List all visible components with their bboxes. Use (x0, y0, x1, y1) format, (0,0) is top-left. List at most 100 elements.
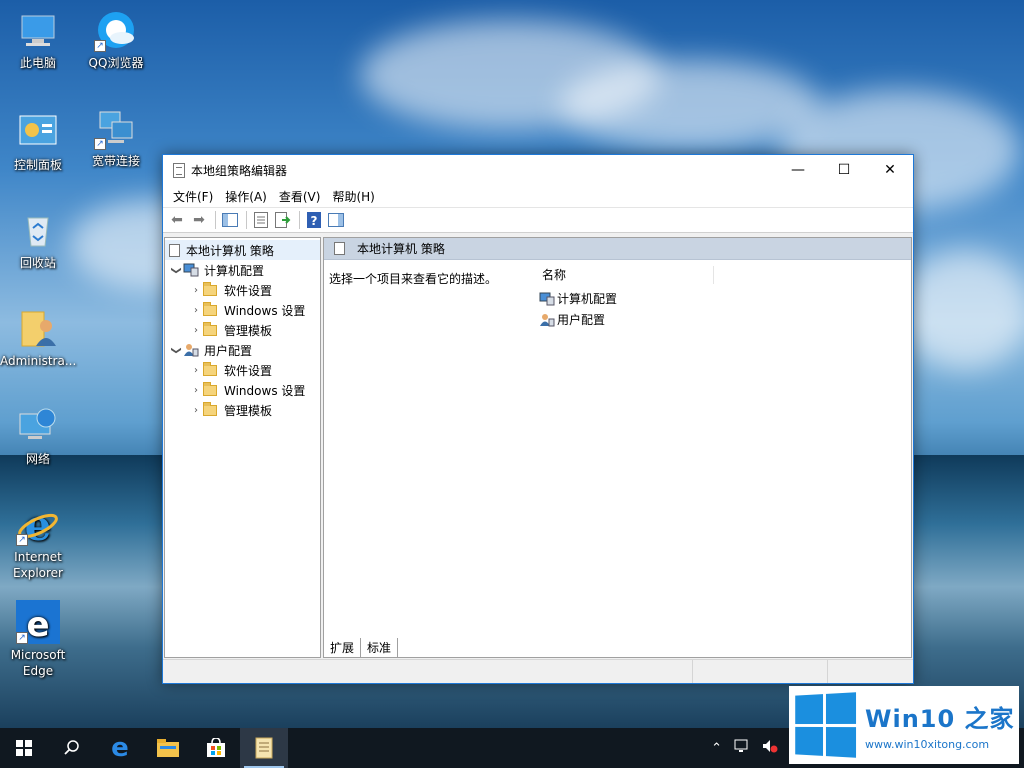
taskbar-gpedit[interactable] (240, 728, 288, 768)
export-list-icon[interactable] (273, 210, 293, 230)
close-button[interactable]: ✕ (867, 155, 913, 185)
shortcut-arrow-icon: ↗ (16, 534, 28, 546)
folder-icon (203, 281, 217, 296)
tab-extended[interactable]: 扩展 (323, 638, 362, 658)
recycle-bin-icon (16, 208, 60, 252)
watermark: Win10 之家 www.win10xitong.com (789, 686, 1019, 764)
folder-icon (203, 361, 217, 376)
details-list: 计算机配置 用户配置 (539, 288, 617, 330)
tree-item-label: 软件设置 (224, 283, 273, 298)
chevron-down-icon[interactable]: ❯ (171, 343, 182, 357)
group-policy-editor-window[interactable]: 本地组策略编辑器 — ☐ ✕ 文件(F) 操作(A) 查看(V) 帮助(H) ⬅… (162, 154, 914, 684)
show-action-pane-icon[interactable] (326, 210, 346, 230)
tree-item-computer-windows-settings[interactable]: › Windows 设置 (165, 300, 320, 320)
desktop-icon-qq-browser[interactable]: ↗ QQ浏览器 (78, 8, 154, 71)
taskbar-edge[interactable]: e (96, 728, 144, 768)
desktop-icon-administrator[interactable]: Administra... (0, 306, 76, 369)
view-tabs: 扩展 标准 (323, 638, 399, 658)
system-tray: ⌃ (705, 728, 784, 768)
chevron-right-icon[interactable]: › (189, 305, 203, 316)
navigation-tree[interactable]: 本地计算机 策略 ❯ 计算机配置 › 软件设置 › Windows 设置 › 管… (164, 237, 321, 658)
desktop-icon-label: Administra... (0, 354, 77, 368)
desktop-icon-label: QQ浏览器 (88, 56, 144, 70)
column-header-name[interactable]: 名称 (539, 266, 714, 284)
tree-item-label: 管理模板 (224, 403, 273, 418)
menu-file[interactable]: 文件(F) (167, 188, 219, 205)
window-controls: — ☐ ✕ (775, 155, 913, 185)
list-item[interactable]: 用户配置 (539, 309, 617, 330)
chevron-right-icon[interactable]: › (189, 365, 203, 376)
tree-item-computer-admin-templates[interactable]: › 管理模板 (165, 320, 320, 340)
window-title: 本地组策略编辑器 (191, 163, 288, 178)
tree-item-computer-software-settings[interactable]: › 软件设置 (165, 280, 320, 300)
tree-item-computer-config[interactable]: ❯ 计算机配置 (165, 260, 320, 280)
cloud (900, 250, 1024, 370)
control-panel-icon (16, 110, 60, 154)
start-button[interactable] (0, 728, 48, 768)
chevron-right-icon[interactable]: › (189, 325, 203, 336)
policy-document-icon (334, 242, 345, 255)
desktop-icon-label: Internet Explorer (13, 550, 63, 580)
show-hide-tree-icon[interactable] (220, 210, 240, 230)
title-bar[interactable]: 本地组策略编辑器 — ☐ ✕ (163, 155, 913, 185)
status-section (828, 660, 913, 683)
tree-root-label: 本地计算机 策略 (186, 243, 274, 258)
shortcut-arrow-icon: ↗ (94, 40, 106, 52)
edge-icon: e (111, 733, 129, 763)
tree-item-label: Windows 设置 (224, 303, 306, 318)
file-explorer-icon (157, 739, 179, 757)
start-icon (16, 740, 32, 756)
desktop-icon-this-pc[interactable]: 此电脑 (0, 8, 76, 71)
desktop-icon-label: 网络 (25, 452, 50, 466)
tree-item-user-config[interactable]: ❯ 用户配置 (165, 340, 320, 360)
chevron-right-icon[interactable]: › (189, 285, 203, 296)
forward-icon[interactable]: ➡ (189, 210, 209, 230)
help-icon[interactable]: ? (304, 210, 324, 230)
watermark-url: www.win10xitong.com (865, 738, 990, 751)
back-icon[interactable]: ⬅ (167, 210, 187, 230)
chevron-right-icon[interactable]: › (189, 405, 203, 416)
internet-explorer-icon: e ↗ (16, 501, 60, 550)
desktop-icon-label: 控制面板 (13, 158, 62, 172)
network-connection-icon: ↗ (94, 106, 138, 150)
shortcut-arrow-icon: ↗ (16, 632, 28, 644)
maximize-button[interactable]: ☐ (821, 155, 867, 185)
desktop-icon-internet-explorer[interactable]: e ↗ Internet Explorer (0, 501, 76, 581)
desktop-icon-label: 宽带连接 (91, 154, 140, 168)
menu-action[interactable]: 操作(A) (219, 188, 273, 205)
toolbar-divider (215, 211, 216, 229)
tab-standard[interactable]: 标准 (360, 638, 399, 658)
chevron-right-icon[interactable]: › (189, 385, 203, 396)
network-tray-icon[interactable] (734, 739, 750, 757)
menu-help[interactable]: 帮助(H) (326, 188, 380, 205)
menu-view[interactable]: 查看(V) (273, 188, 327, 205)
tree-item-user-admin-templates[interactable]: › 管理模板 (165, 400, 320, 420)
svg-text:?: ? (311, 214, 318, 228)
tree-item-user-software-settings[interactable]: › 软件设置 (165, 360, 320, 380)
desktop-icon-recycle-bin[interactable]: 回收站 (0, 208, 76, 271)
desktop-icon-broadband[interactable]: ↗ 宽带连接 (78, 106, 154, 169)
taskbar-store[interactable] (192, 728, 240, 768)
tree-item-label: 计算机配置 (204, 263, 265, 278)
volume-muted-icon[interactable] (762, 739, 778, 757)
tree-item-label: Windows 设置 (224, 383, 306, 398)
folder-icon (203, 381, 217, 396)
chevron-up-icon[interactable]: ⌃ (711, 741, 722, 756)
minimize-button[interactable]: — (775, 155, 821, 185)
gpedit-icon (173, 162, 185, 178)
desktop-icon-network[interactable]: 网络 (0, 404, 76, 467)
tree-item-label: 用户配置 (204, 343, 253, 358)
list-item[interactable]: 计算机配置 (539, 288, 617, 309)
computer-icon (16, 8, 60, 52)
chevron-down-icon[interactable]: ❯ (171, 263, 182, 277)
desktop-icon-control-panel[interactable]: 控制面板 (0, 110, 76, 173)
status-section (693, 660, 828, 683)
watermark-text: Win10 之家 www.win10xitong.com (865, 699, 1015, 751)
taskbar-file-explorer[interactable] (144, 728, 192, 768)
tree-item-user-windows-settings[interactable]: › Windows 设置 (165, 380, 320, 400)
toolbar: ⬅ ➡ ? (163, 207, 913, 233)
properties-icon[interactable] (251, 210, 271, 230)
search-button[interactable] (48, 728, 96, 768)
desktop-icon-edge[interactable]: e ↗ Microsoft Edge (0, 600, 76, 679)
tree-root[interactable]: 本地计算机 策略 (165, 240, 320, 260)
